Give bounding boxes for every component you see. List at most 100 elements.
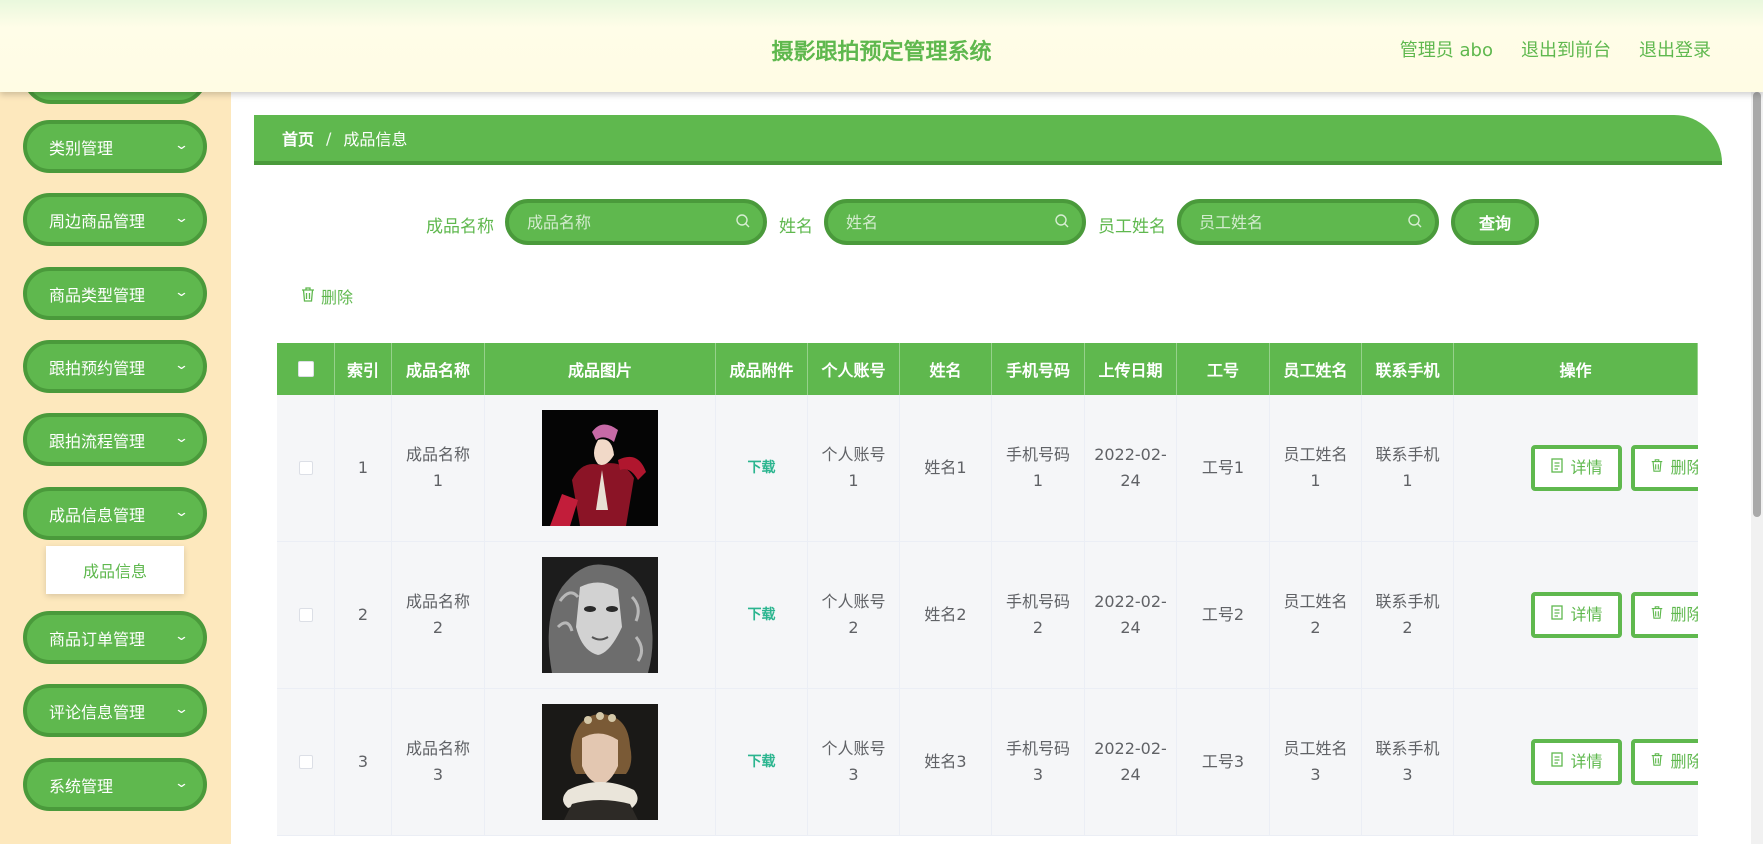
name-input[interactable] xyxy=(846,212,1016,232)
bulk-delete-button[interactable]: 删除 xyxy=(300,284,353,308)
delete-label: 删除 xyxy=(1670,458,1698,477)
name-label: 姓名 xyxy=(779,217,813,237)
breadcrumb-home[interactable]: 首页 xyxy=(282,126,314,150)
employee-number-cell: 工号1 xyxy=(1177,395,1270,541)
row-checkbox[interactable] xyxy=(298,461,313,475)
column-header: 上传日期 xyxy=(1085,343,1177,395)
trash-icon xyxy=(1650,749,1664,775)
cell-line: 手机号码 xyxy=(1005,739,1070,758)
sidebar-item-label: 成品信息管理 xyxy=(49,505,146,525)
cell-line: 3 xyxy=(1310,765,1321,784)
sidebar-item-label: 跟拍预约管理 xyxy=(49,358,146,378)
upload-date-cell: 2022-02- 24 xyxy=(1085,395,1177,541)
row-checkbox[interactable] xyxy=(298,755,313,769)
document-icon xyxy=(1550,455,1564,481)
sidebar-item-category[interactable]: 类别管理 ⌄ xyxy=(23,120,207,173)
download-link[interactable]: 下载 xyxy=(748,602,776,628)
row-checkbox-cell xyxy=(277,689,335,835)
cell-line: 联系手机 xyxy=(1375,739,1440,758)
cell-line: 1 xyxy=(1032,471,1044,490)
detail-button[interactable]: 详情 xyxy=(1531,739,1622,785)
product-image[interactable] xyxy=(542,704,658,820)
product-name-input[interactable] xyxy=(527,212,697,232)
logout-link[interactable]: 退出登录 xyxy=(1639,36,1711,62)
delete-button[interactable]: 删除 xyxy=(1631,445,1698,491)
table-row: 3 成品名称 3 下载 个人账号 3 姓名3 手机号码 3 2022-02- 24 工号… xyxy=(277,689,1698,836)
vertical-scrollbar[interactable] xyxy=(1751,92,1763,844)
sidebar-item-product-info[interactable]: 成品信息管理 ⌄ xyxy=(23,487,207,540)
product-image[interactable] xyxy=(542,410,658,526)
product-image-cell xyxy=(485,395,716,541)
cell-line: 2 xyxy=(848,618,859,637)
sidebar-item-booking[interactable]: 跟拍预约管理 ⌄ xyxy=(23,340,207,393)
column-header: 员工姓名 xyxy=(1270,343,1362,395)
scrollbar-thumb[interactable] xyxy=(1753,92,1761,517)
sidebar-item-label: 系统管理 xyxy=(49,776,114,796)
chevron-down-icon: ⌄ xyxy=(173,629,190,644)
download-link[interactable]: 下载 xyxy=(748,455,776,481)
sidebar-item-comments[interactable]: 评论信息管理 ⌄ xyxy=(23,684,207,737)
row-checkbox-cell xyxy=(277,395,335,541)
upload-date-cell: 2022-02- 24 xyxy=(1085,542,1177,688)
cell-line: 3 xyxy=(848,765,859,784)
front-link[interactable]: 退出到前台 xyxy=(1521,36,1611,62)
breadcrumb: 首页 / 成品信息 xyxy=(254,115,1722,165)
index-cell: 3 xyxy=(335,689,392,835)
cell-line: 2 xyxy=(1402,618,1413,637)
breadcrumb-current: 成品信息 xyxy=(343,130,408,149)
employee-name-cell: 员工姓名 2 xyxy=(1270,542,1362,688)
trash-icon xyxy=(300,286,316,307)
cell-line: 2022-02- xyxy=(1094,592,1167,611)
delete-label: 删除 xyxy=(1670,605,1698,624)
download-link[interactable]: 下载 xyxy=(748,749,776,775)
index-cell: 1 xyxy=(335,395,392,541)
attachment-cell: 下载 xyxy=(716,542,808,688)
sidebar-item-goods-order[interactable]: 商品订单管理 ⌄ xyxy=(23,611,207,664)
select-all-checkbox[interactable] xyxy=(297,361,314,377)
search-icon xyxy=(1407,213,1423,233)
chevron-down-icon: ⌄ xyxy=(173,431,190,446)
cell-line: 员工姓名 xyxy=(1283,592,1348,611)
cell-line: 联系手机 xyxy=(1375,445,1440,464)
cell-line: 个人账号 xyxy=(821,592,886,611)
column-header: 个人账号 xyxy=(808,343,900,395)
cell-line: 1 xyxy=(432,471,444,490)
delete-button[interactable]: 删除 xyxy=(1631,739,1698,785)
chevron-down-icon: ⌄ xyxy=(173,211,190,226)
cell-line: 1 xyxy=(848,471,859,490)
sidebar-item-label: 商品类型管理 xyxy=(49,285,146,305)
submenu-product-info[interactable]: 成品信息 xyxy=(46,546,184,594)
column-header: 姓名 xyxy=(900,343,992,395)
trash-icon xyxy=(1650,455,1664,481)
employee-name-input[interactable] xyxy=(1199,212,1369,232)
column-header: 工号 xyxy=(1177,343,1270,395)
detail-label: 详情 xyxy=(1570,752,1603,771)
query-button[interactable]: 查询 xyxy=(1451,199,1539,245)
sidebar-item-process[interactable]: 跟拍流程管理 ⌄ xyxy=(23,413,207,466)
row-checkbox-cell xyxy=(277,542,335,688)
sidebar-item-peripheral-goods[interactable]: 周边商品管理 ⌄ xyxy=(23,193,207,246)
document-icon xyxy=(1550,749,1564,775)
product-image[interactable] xyxy=(542,557,658,673)
detail-button[interactable]: 详情 xyxy=(1531,445,1622,491)
contact-phone-cell: 联系手机 2 xyxy=(1362,542,1454,688)
chevron-down-icon: ⌄ xyxy=(173,505,190,520)
breadcrumb-separator: / xyxy=(326,128,332,148)
product-name-cell: 成品名称 1 xyxy=(392,395,485,541)
select-all-cell xyxy=(277,343,335,395)
cell-line: 个人账号 xyxy=(821,739,886,758)
row-checkbox[interactable] xyxy=(298,608,313,622)
cell-line: 24 xyxy=(1120,765,1141,784)
chevron-down-icon: ⌄ xyxy=(173,285,190,300)
sidebar-item-system[interactable]: 系统管理 ⌄ xyxy=(23,758,207,811)
phone-cell: 手机号码 3 xyxy=(992,689,1085,835)
sidebar-item-label: 周边商品管理 xyxy=(49,211,146,231)
delete-button[interactable]: 删除 xyxy=(1631,592,1698,638)
sidebar-item-goods-type[interactable]: 商品类型管理 ⌄ xyxy=(23,267,207,320)
detail-button[interactable]: 详情 xyxy=(1531,592,1622,638)
product-table: 索引 成品名称 成品图片 成品附件 个人账号 姓名 手机号码 上传日期 工号 员… xyxy=(277,343,1698,836)
column-header: 成品名称 xyxy=(392,343,485,395)
cell-line: 成品名称 xyxy=(405,592,470,611)
cell-line: 3 xyxy=(1032,765,1044,784)
person-name-cell: 姓名2 xyxy=(900,542,992,688)
